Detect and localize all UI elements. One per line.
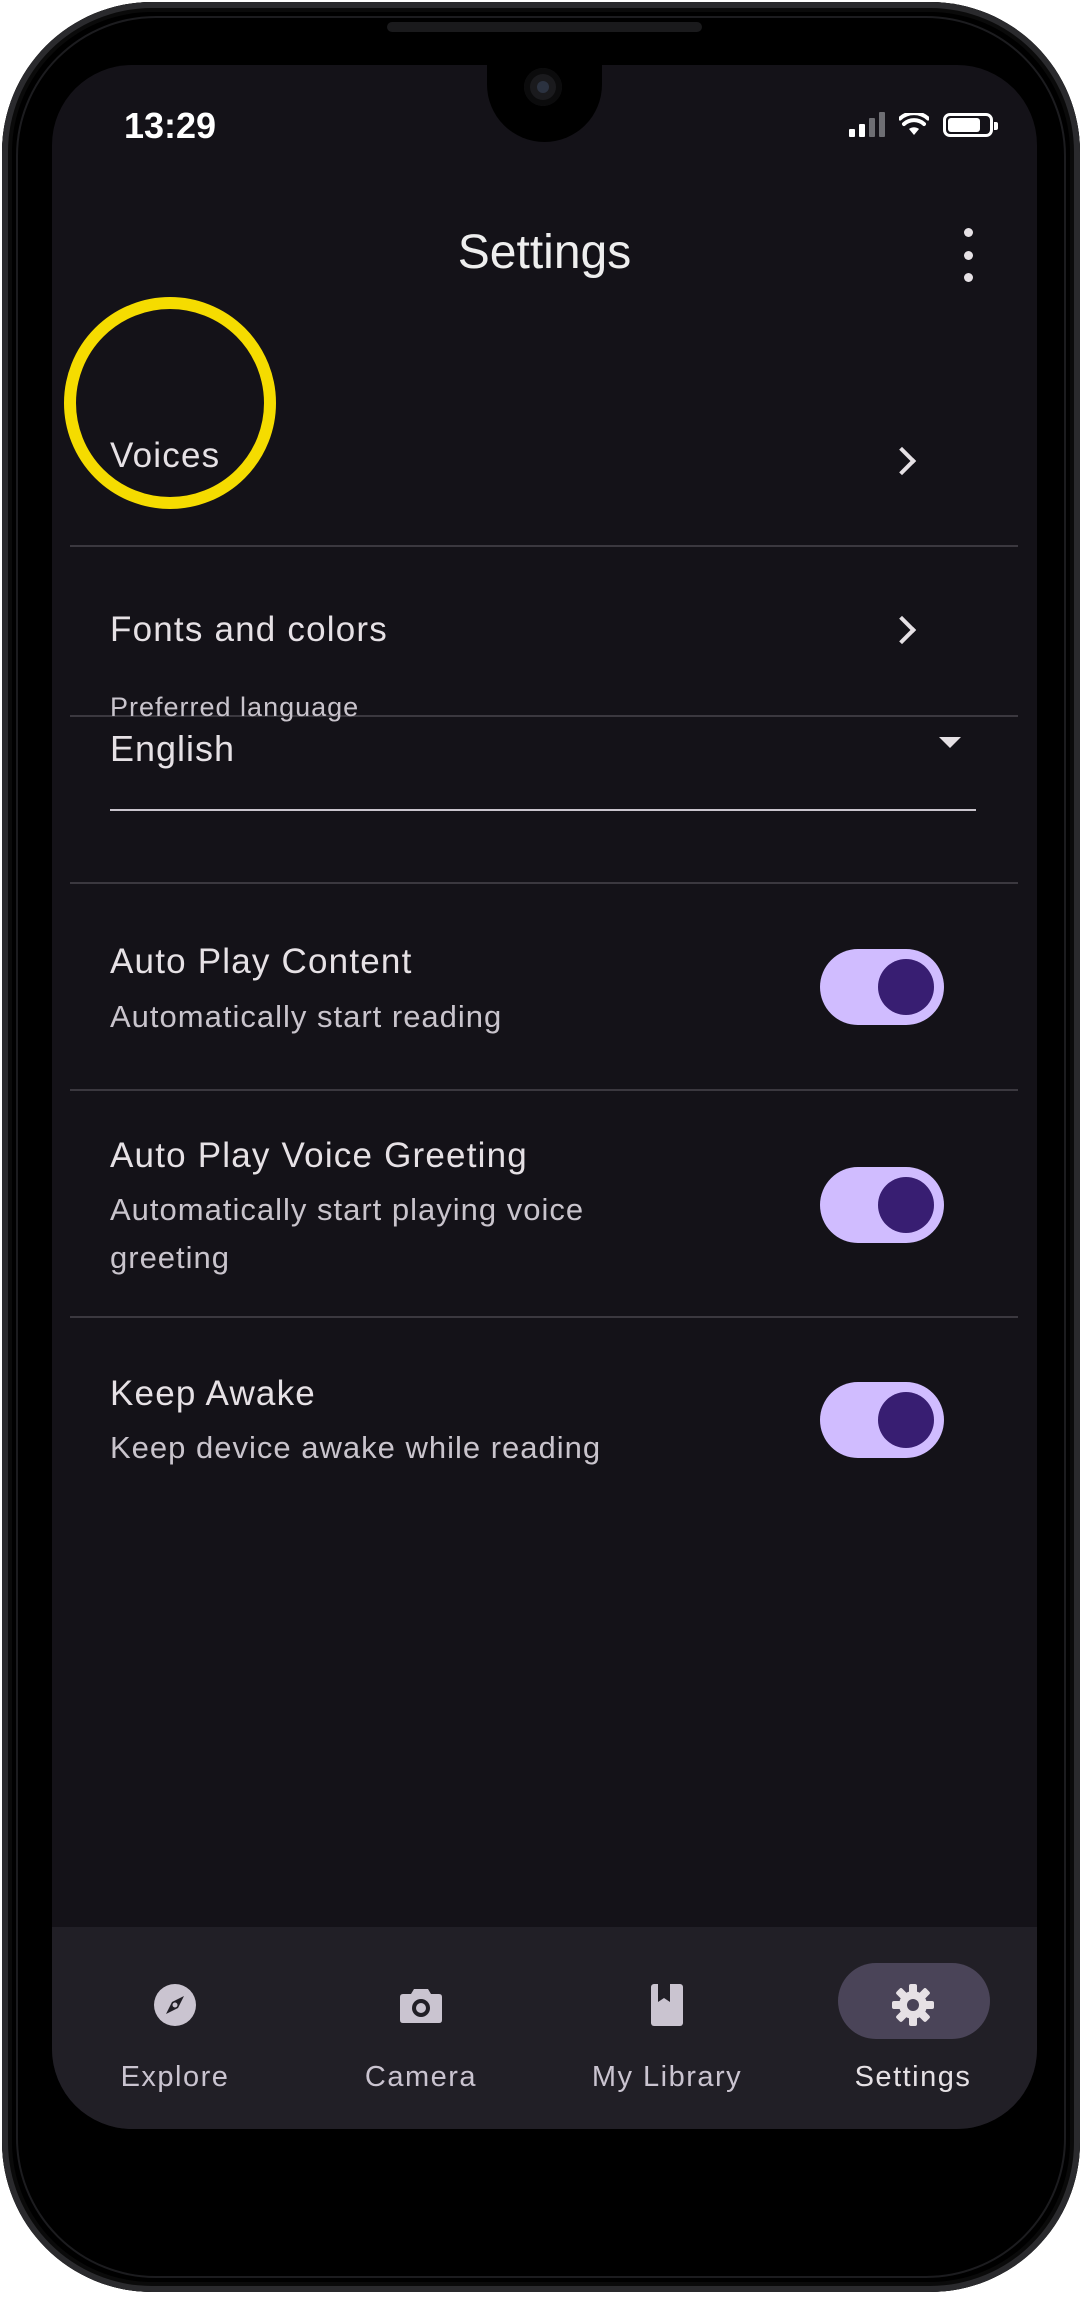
- nav-label-settings: Settings: [854, 2061, 972, 2093]
- wifi-icon: [899, 113, 929, 135]
- front-camera: [524, 68, 562, 106]
- highlight-circle: [64, 297, 276, 509]
- page-title: Settings: [457, 226, 632, 279]
- language-dropdown-label: Preferred language: [110, 692, 360, 722]
- nav-item-settings[interactable]: Settings: [790, 1927, 1036, 2129]
- dropdown-arrow-icon: [939, 737, 961, 748]
- nav-label-camera: Camera: [364, 2061, 478, 2093]
- auto-play-voice-toggle[interactable]: [820, 1167, 944, 1243]
- keep-awake-label: Keep Awake: [110, 1374, 316, 1413]
- language-dropdown-value: English: [110, 728, 236, 769]
- toggle-knob: [878, 959, 934, 1015]
- camera-icon: [400, 1989, 442, 2023]
- book-icon: [651, 1984, 683, 2026]
- auto-play-content-label: Auto Play Content: [110, 942, 413, 981]
- status-icons: [849, 111, 998, 137]
- status-time: 13:29: [124, 105, 217, 146]
- fonts-label: Fonts and colors: [110, 610, 388, 649]
- phone-frame: 13:29 Settings Voices Fonts and colors P…: [2, 2, 1080, 2292]
- nav-label-my-library: My Library: [591, 2061, 743, 2093]
- settings-item-auto-play-content: Auto Play Content Automatically start re…: [52, 884, 1037, 1089]
- auto-play-voice-label: Auto Play Voice Greeting: [110, 1136, 528, 1175]
- nav-item-camera[interactable]: Camera: [298, 1927, 544, 2129]
- nav-label-explore: Explore: [120, 2061, 230, 2093]
- gear-icon: [892, 1984, 934, 2026]
- dropdown-underline: [110, 809, 976, 811]
- app-screen: 13:29 Settings Voices Fonts and colors P…: [52, 65, 1037, 2129]
- settings-item-keep-awake: Keep Awake Keep device awake while readi…: [52, 1318, 1037, 1518]
- bottom-navigation: Explore Camera My Library Settings: [52, 1927, 1037, 2129]
- keep-awake-toggle[interactable]: [820, 1382, 944, 1458]
- compass-icon: [154, 1984, 196, 2026]
- nav-item-explore[interactable]: Explore: [52, 1927, 298, 2129]
- signal-icon: [849, 111, 885, 137]
- toggle-knob: [878, 1392, 934, 1448]
- settings-item-auto-play-voice-greeting: Auto Play Voice Greeting Automatically s…: [52, 1091, 1037, 1316]
- more-vert-icon[interactable]: [956, 228, 980, 282]
- battery-icon: [943, 113, 998, 137]
- auto-play-content-description: Automatically start reading: [110, 999, 503, 1034]
- earpiece-speaker: [387, 22, 702, 32]
- auto-play-content-toggle[interactable]: [820, 949, 944, 1025]
- keep-awake-description: Keep device awake while reading: [110, 1430, 602, 1465]
- nav-item-my-library[interactable]: My Library: [544, 1927, 790, 2129]
- toggle-knob: [878, 1177, 934, 1233]
- auto-play-voice-description: Automatically start playing voice greeti…: [110, 1192, 585, 1275]
